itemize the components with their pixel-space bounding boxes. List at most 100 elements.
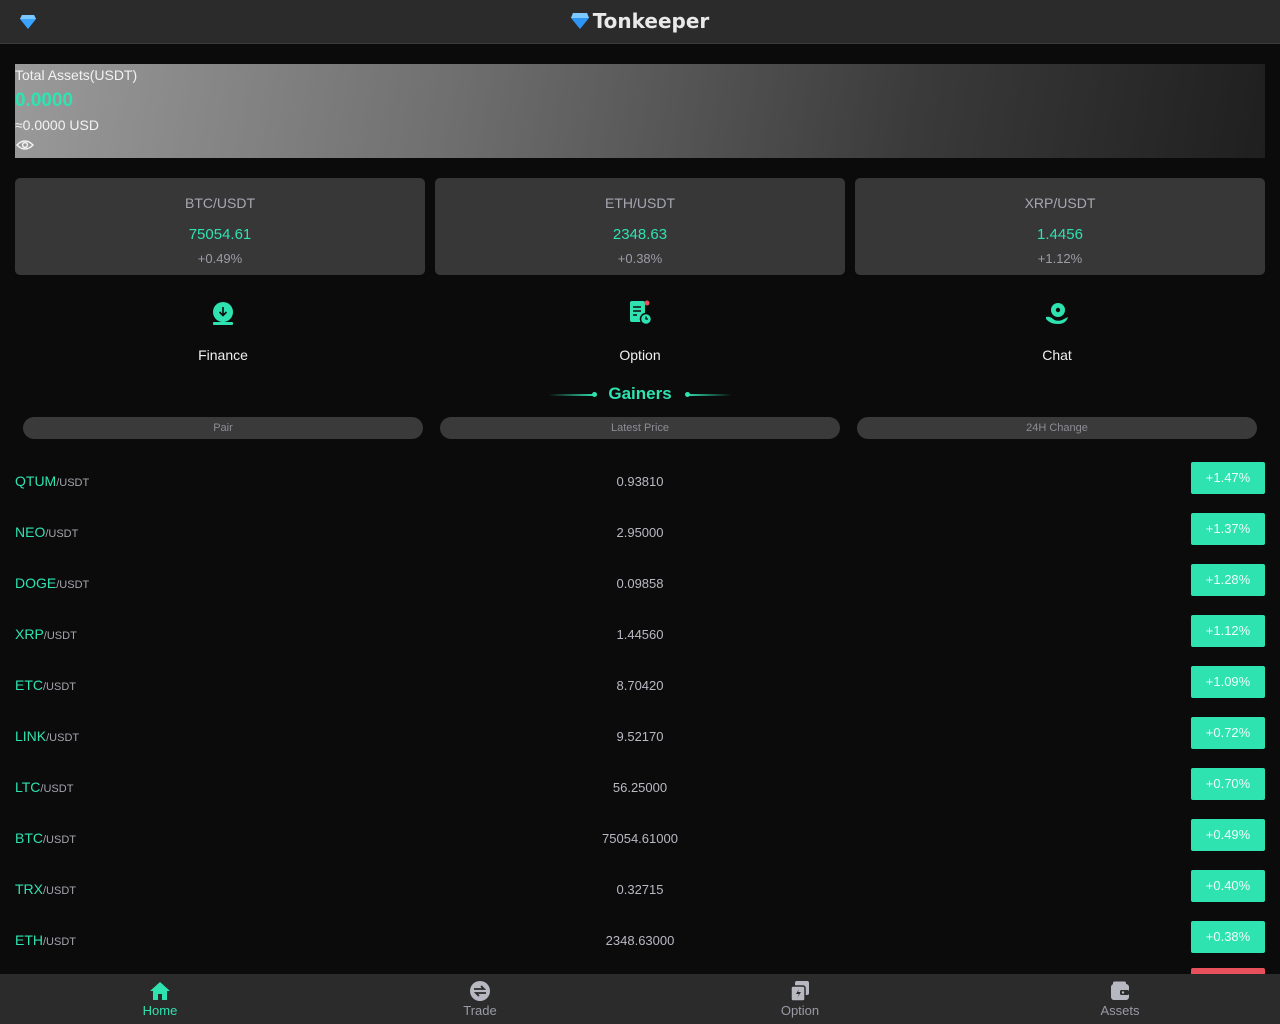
pair-quote: /USDT — [43, 885, 76, 897]
column-header-pair[interactable]: Pair — [23, 417, 423, 439]
column-header-price[interactable]: Latest Price — [440, 417, 840, 439]
tab-label: Option — [780, 1003, 820, 1018]
row-price: 2348.63000 — [605, 933, 675, 948]
change-badge: +0.72% — [1191, 717, 1265, 749]
pair-base: TRX — [15, 881, 43, 897]
ticker-change: +0.49% — [197, 251, 243, 266]
ticker-price: 1.4456 — [1037, 226, 1083, 243]
row-pair: LTC/USDT — [15, 779, 73, 795]
ticker-card-eth[interactable]: ETH/USDT 2348.63 +0.38% — [435, 178, 845, 275]
change-badge: +1.28% — [1191, 564, 1265, 596]
row-pair: DOGE/USDT — [15, 575, 89, 591]
pair-base: LINK — [15, 728, 47, 744]
row-price: 0.93810 — [616, 474, 664, 489]
row-price: 2.95000 — [616, 525, 664, 540]
gainers-heading: Gainers — [0, 384, 1280, 406]
row-price: 0.32715 — [616, 882, 664, 897]
change-badge: +1.12% — [1191, 615, 1265, 647]
pair-base: XRP — [15, 626, 44, 642]
ticker-change: +1.12% — [1037, 251, 1083, 266]
row-price: 9.52170 — [616, 729, 664, 744]
gainers-title: Gainers — [608, 384, 672, 403]
eye-icon[interactable] — [16, 139, 34, 151]
tab-assets[interactable]: Assets — [960, 974, 1280, 1024]
tab-option[interactable]: Option — [640, 974, 960, 1024]
total-assets-label: Total Assets(USDT) — [15, 67, 138, 83]
pair-quote: /USDT — [46, 732, 80, 744]
change-badge: +1.37% — [1191, 513, 1265, 545]
wallet-icon — [1111, 981, 1129, 1000]
gem-icon — [570, 13, 589, 29]
row-pair: ETH/USDT — [15, 932, 76, 948]
pair-quote: /USDT — [45, 528, 79, 540]
top-bar: Tonkeeper — [0, 0, 1280, 44]
ticker-card-btc[interactable]: BTC/USDT 75054.61 +0.49% — [15, 178, 425, 275]
pair-quote: /USDT — [43, 936, 76, 948]
change-badge: +0.38% — [1191, 921, 1265, 953]
row-pair: TRX/USDT — [15, 881, 76, 897]
row-pair: QTUM/USDT — [15, 473, 89, 489]
ticker-pair: XRP/USDT — [1024, 195, 1096, 211]
tab-label: Home — [142, 1003, 178, 1018]
bottom-tab-bar: Home Trade Option Assets — [0, 974, 1280, 1024]
document-clock-icon — [630, 300, 653, 326]
pair-quote: /USDT — [56, 579, 90, 591]
row-price: 8.70420 — [616, 678, 664, 693]
column-header-change[interactable]: 24H Change — [857, 417, 1257, 439]
pair-quote: /USDT — [43, 681, 76, 693]
row-price: 75054.61000 — [602, 831, 678, 846]
change-badge: +0.49% — [1191, 819, 1265, 851]
table-row[interactable]: XRP/USDT 1.44560 +1.12% — [0, 611, 1280, 662]
total-assets-card: Total Assets(USDT) 0.0000 ≈0.0000 USD — [15, 64, 1265, 158]
ticker-card-xrp[interactable]: XRP/USDT 1.4456 +1.12% — [855, 178, 1265, 275]
exchange-icon — [470, 981, 490, 1001]
table-row[interactable]: DOGE/USDT 0.09858 +1.28% — [0, 560, 1280, 611]
change-badge: +0.40% — [1191, 870, 1265, 902]
shortcut-chat[interactable]: Chat — [957, 300, 1157, 363]
option-icon — [790, 981, 809, 1002]
ticker-pair: BTC/USDT — [185, 195, 255, 211]
pair-base: ETC — [15, 677, 43, 693]
shortcut-option[interactable]: Option — [540, 300, 740, 363]
table-row[interactable]: QTUM/USDT 0.93810 +1.47% — [0, 458, 1280, 509]
brand-name: Tonkeeper — [592, 9, 710, 33]
pair-base: ETH — [15, 932, 43, 948]
brand-title: Tonkeeper — [0, 9, 1280, 33]
row-price: 56.25000 — [612, 780, 668, 795]
tab-trade[interactable]: Trade — [320, 974, 640, 1024]
change-badge: +1.47% — [1191, 462, 1265, 494]
table-row[interactable]: TRX/USDT 0.32715 +0.40% — [0, 866, 1280, 917]
tab-label: Trade — [463, 1003, 497, 1018]
table-row[interactable]: NEO/USDT 2.95000 +1.37% — [0, 509, 1280, 560]
row-pair: XRP/USDT — [15, 626, 77, 642]
shortcut-label: Chat — [1042, 347, 1072, 363]
pair-base: LTC — [15, 779, 41, 795]
total-assets-amount: 0.0000 — [15, 90, 74, 111]
pair-base: NEO — [15, 524, 46, 540]
total-assets-usd: ≈0.0000 USD — [15, 117, 99, 133]
ticker-change: +0.38% — [617, 251, 663, 266]
divider — [686, 394, 732, 396]
row-pair: LINK/USDT — [15, 728, 79, 744]
pair-base: BTC — [15, 830, 43, 846]
pair-base: QTUM — [15, 473, 57, 489]
shortcut-finance[interactable]: Finance — [123, 300, 323, 363]
row-pair: BTC/USDT — [15, 830, 76, 846]
pair-quote: /USDT — [40, 783, 74, 795]
row-pair: ETC/USDT — [15, 677, 76, 693]
pair-quote: /USDT — [43, 834, 76, 846]
row-price: 0.09858 — [616, 576, 664, 591]
table-row[interactable]: LTC/USDT 56.25000 +0.70% — [0, 764, 1280, 815]
table-row[interactable]: ETC/USDT 8.70420 +1.09% — [0, 662, 1280, 713]
ticker-price: 75054.61 — [188, 226, 252, 243]
ticker-price: 2348.63 — [612, 226, 668, 243]
tab-home[interactable]: Home — [0, 974, 320, 1024]
pair-base: DOGE — [15, 575, 57, 591]
pair-quote: /USDT — [43, 630, 77, 642]
table-row[interactable]: LINK/USDT 9.52170 +0.72% — [0, 713, 1280, 764]
change-badge: +1.09% — [1191, 666, 1265, 698]
table-row[interactable]: BTC/USDT 75054.61000 +0.49% — [0, 815, 1280, 866]
shortcut-label: Option — [619, 347, 661, 363]
table-row[interactable]: ETH/USDT 2348.63000 +0.38% — [0, 917, 1280, 968]
tab-label: Assets — [1100, 1003, 1140, 1018]
